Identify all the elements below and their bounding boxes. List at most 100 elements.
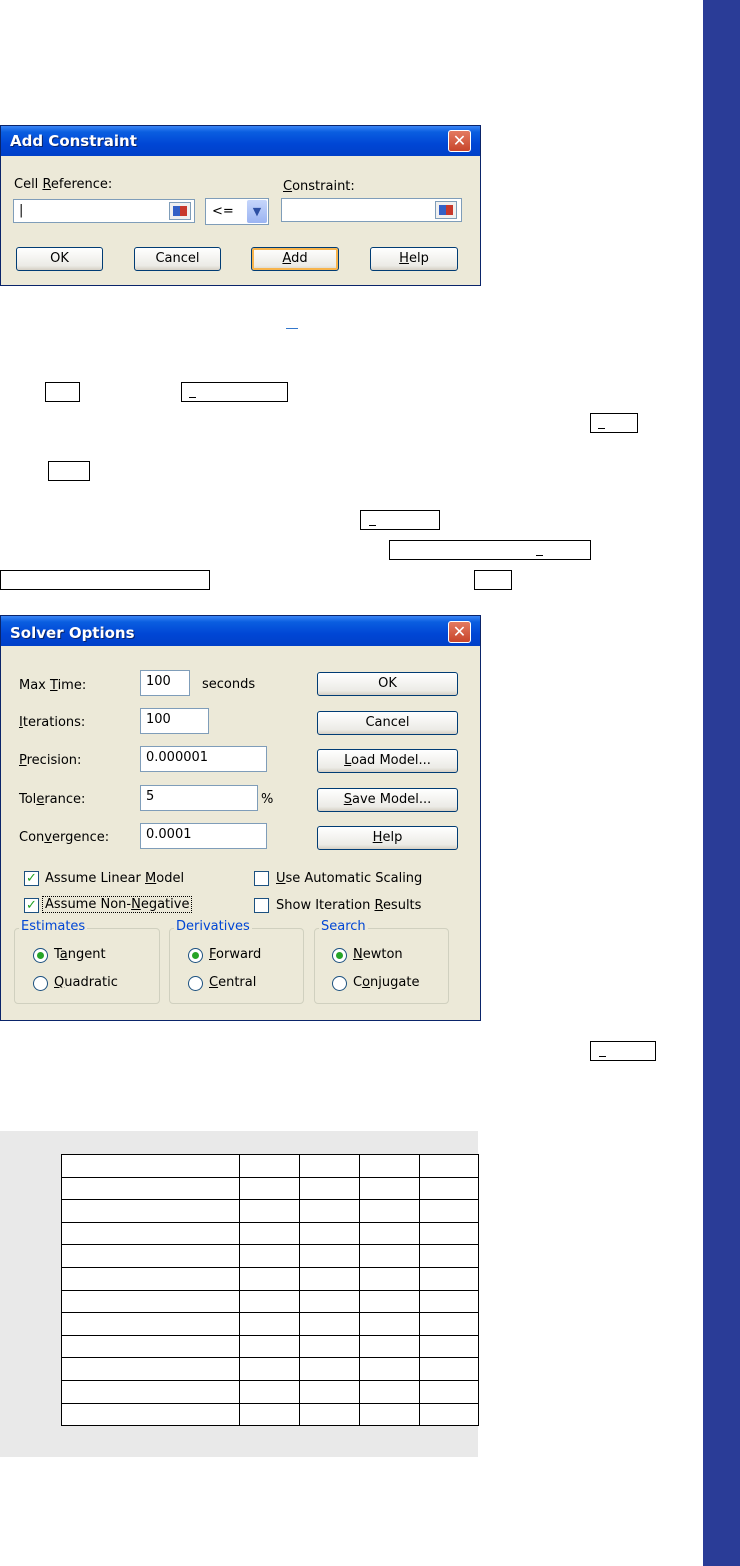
max-time-input[interactable]: 100 (140, 670, 190, 696)
table-row (61, 1379, 479, 1404)
percent-label: % (261, 792, 274, 807)
convergence-input[interactable]: 0.0001 (140, 823, 267, 849)
show-iteration-checkbox[interactable] (254, 898, 269, 913)
add-constraint-dialog: Add Constraint ✕ Cell Reference: Constra… (0, 125, 481, 286)
max-time-label: Max Time: (19, 678, 87, 693)
table-cell (359, 1199, 420, 1223)
table-cell (419, 1312, 479, 1336)
table-cell (299, 1312, 360, 1336)
assume-linear-label[interactable]: Assume Linear Model (45, 871, 184, 886)
search-title: Search (319, 919, 368, 934)
inline-reference-box (45, 382, 80, 402)
table-cell (359, 1289, 420, 1314)
assume-linear-checkbox[interactable]: ✓ (24, 871, 39, 886)
save-model-button[interactable]: Save Model... (317, 788, 458, 812)
empty-data-table (61, 1154, 479, 1427)
assume-non-negative-label[interactable]: Assume Non-Negative (41, 896, 193, 913)
table-cell (419, 1244, 479, 1268)
table-cell (61, 1244, 240, 1268)
operator-select[interactable]: <= ▼ (205, 198, 269, 225)
estimates-group: Estimates Tangent Quadratic (14, 919, 160, 1004)
table-cell (61, 1357, 240, 1381)
forward-radio[interactable] (188, 948, 203, 963)
table-row (61, 1266, 479, 1291)
assume-non-negative-checkbox[interactable]: ✓ (24, 898, 39, 913)
table-cell (61, 1154, 240, 1178)
forward-label[interactable]: Forward (209, 947, 261, 962)
quadratic-radio[interactable] (33, 976, 48, 991)
dialog-title-bar[interactable]: Add Constraint ✕ (1, 126, 480, 156)
table-row (61, 1312, 479, 1336)
table-cell (299, 1154, 360, 1178)
help-button[interactable]: Help (370, 247, 458, 271)
central-radio[interactable] (188, 976, 203, 991)
table-cell (299, 1176, 360, 1201)
table-cell (299, 1221, 360, 1246)
add-button[interactable]: Add (251, 247, 339, 271)
iterations-input[interactable]: 100 (140, 708, 209, 734)
table-cell (299, 1357, 360, 1381)
table-cell (239, 1357, 300, 1381)
table-cell (239, 1289, 300, 1314)
table-row (61, 1402, 479, 1427)
table-cell (61, 1221, 240, 1246)
help-button[interactable]: Help (317, 826, 458, 850)
ok-button[interactable]: OK (317, 672, 458, 696)
newton-radio[interactable] (332, 948, 347, 963)
table-cell (61, 1199, 240, 1223)
table-cell (61, 1176, 240, 1201)
automatic-scaling-label[interactable]: Use Automatic Scaling (276, 871, 422, 886)
cancel-button[interactable]: Cancel (317, 711, 458, 735)
table-cell (419, 1176, 479, 1201)
iterations-label: Iterations: (19, 715, 86, 730)
estimates-title: Estimates (19, 919, 88, 934)
ok-button[interactable]: OK (16, 247, 103, 271)
table-cell (239, 1266, 300, 1291)
table-cell (419, 1199, 479, 1223)
conjugate-label[interactable]: Conjugate (353, 975, 419, 990)
newton-label[interactable]: Newton (353, 947, 403, 962)
table-cell (419, 1266, 479, 1291)
conjugate-radio[interactable] (332, 976, 347, 991)
table-cell (299, 1334, 360, 1359)
tangent-radio[interactable] (33, 948, 48, 963)
precision-input[interactable]: 0.000001 (140, 746, 267, 772)
tolerance-label: Tolerance: (19, 792, 86, 807)
table-cell (359, 1176, 420, 1201)
table-cell (299, 1379, 360, 1404)
table-cell (239, 1402, 300, 1427)
automatic-scaling-checkbox[interactable] (254, 871, 269, 886)
derivatives-group: Derivatives Forward Central (169, 919, 304, 1004)
table-cell (419, 1357, 479, 1381)
quadratic-label[interactable]: Quadratic (54, 975, 118, 990)
table-cell (419, 1221, 479, 1246)
cancel-button[interactable]: Cancel (134, 247, 221, 271)
inline-reference-box (181, 382, 288, 402)
cell-reference-input[interactable]: | (13, 199, 195, 223)
table-cell (61, 1289, 240, 1314)
seconds-label: seconds (202, 677, 256, 692)
derivatives-title: Derivatives (174, 919, 252, 934)
table-row (61, 1176, 479, 1201)
inline-reference-box (48, 461, 90, 481)
collapse-dialog-icon[interactable] (435, 201, 457, 219)
load-model-button[interactable]: Load Model... (317, 749, 458, 773)
table-cell (299, 1402, 360, 1427)
table-cell (419, 1154, 479, 1178)
table-cell (419, 1334, 479, 1359)
chevron-down-icon[interactable]: ▼ (247, 200, 267, 223)
close-icon[interactable]: ✕ (448, 621, 471, 643)
close-icon[interactable]: ✕ (448, 130, 471, 152)
table-cell (239, 1176, 300, 1201)
tolerance-input[interactable]: 5 (140, 785, 258, 811)
table-cell (359, 1266, 420, 1291)
table-cell (359, 1244, 420, 1268)
inline-reference-box (590, 1041, 656, 1061)
hyperlink-underline (286, 328, 298, 329)
tangent-label[interactable]: Tangent (54, 947, 106, 962)
show-iteration-label[interactable]: Show Iteration Results (276, 898, 421, 913)
cell-reference-label: Cell Reference: (14, 177, 113, 192)
central-label[interactable]: Central (209, 975, 256, 990)
collapse-dialog-icon[interactable] (169, 202, 191, 220)
dialog-title-bar[interactable]: Solver Options ✕ (1, 616, 480, 646)
